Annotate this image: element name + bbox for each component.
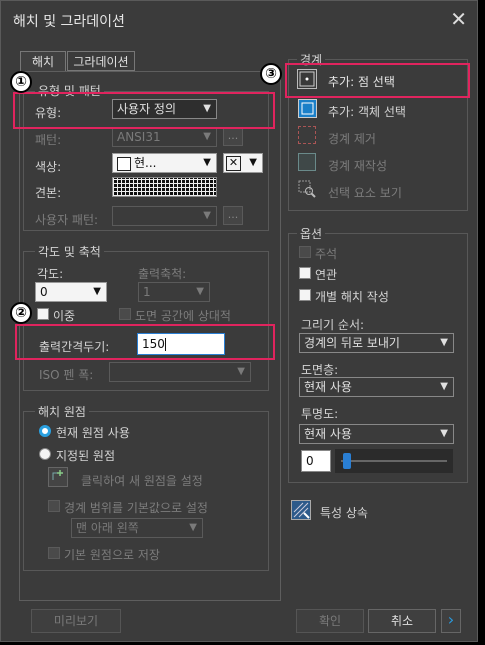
current-origin-radio[interactable] xyxy=(39,425,51,437)
specified-origin-label: 지정된 원점 xyxy=(56,449,116,463)
angle-value: 0 xyxy=(40,285,48,299)
separate-hatches-label: 개별 해치 작성 xyxy=(315,290,389,304)
annotative-label: 주석 xyxy=(315,247,338,261)
dialog-title: 해치 및 그라데이션 xyxy=(13,14,125,30)
custom-pattern-browse-button[interactable]: ... xyxy=(223,206,243,225)
annotation-badge-3: ③ xyxy=(260,63,282,85)
default-extents-label: 경계 범위를 기본값으로 설정 xyxy=(64,501,208,515)
draw-order-label: 그리기 순서: xyxy=(301,318,365,332)
highlight-spacing xyxy=(15,324,275,360)
origin-title: 해치 원점 xyxy=(35,403,89,420)
tab-hatch[interactable]: 해치 xyxy=(20,51,66,71)
background-color-select[interactable]: ✕ ▼ xyxy=(223,153,263,173)
chevron-down-icon: ▼ xyxy=(189,522,197,533)
options-title: 옵션 xyxy=(297,225,326,242)
relative-paper-checkbox[interactable] xyxy=(119,308,131,320)
separate-hatches-checkbox[interactable] xyxy=(299,289,311,301)
highlight-pick-points xyxy=(285,63,470,98)
scale-value: 1 xyxy=(143,285,151,299)
chevron-down-icon: ▼ xyxy=(237,366,245,377)
set-origin-icon[interactable] xyxy=(48,467,68,487)
add-select-objects-label[interactable]: 추가: 객체 선택 xyxy=(328,103,406,120)
draw-order-select[interactable]: 경계의 뒤로 보내기 ▼ xyxy=(299,333,454,353)
color-swatch-icon xyxy=(117,156,131,171)
swatch-label: 견본: xyxy=(35,186,62,200)
color-select[interactable]: 현... ▼ xyxy=(112,153,217,173)
click-set-origin-label: 클릭하여 새 원점을 설정 xyxy=(81,474,203,488)
double-checkbox[interactable] xyxy=(37,308,49,320)
origin-position-select[interactable]: 맨 아래 왼쪽 ▼ xyxy=(71,518,203,538)
recreate-boundary-label[interactable]: 경계 재작성 xyxy=(328,157,387,174)
pattern-browse-button[interactable]: ... xyxy=(223,127,243,146)
transparency-input[interactable]: 0 xyxy=(301,450,331,472)
title-bar: 해치 및 그라데이션 ✕ xyxy=(1,1,477,39)
chevron-down-icon: ▼ xyxy=(93,286,101,297)
custom-pattern-label: 사용자 패턴: xyxy=(35,213,99,227)
angle-label: 각도: xyxy=(37,267,64,281)
chevron-down-icon: ▼ xyxy=(440,337,448,348)
select-objects-icon[interactable] xyxy=(298,99,317,118)
chevron-down-icon: ▼ xyxy=(440,381,448,392)
annotation-badge-1: ① xyxy=(10,71,32,93)
view-selections-label[interactable]: 선택 요소 보기 xyxy=(328,184,402,201)
transparency-mode-value: 현재 사용 xyxy=(304,427,352,441)
chevron-down-icon: ▼ xyxy=(440,428,448,439)
transparency-value: 0 xyxy=(306,454,314,468)
layer-label: 도면층: xyxy=(301,363,339,377)
layer-value: 현재 사용 xyxy=(304,380,352,394)
inherit-properties-icon[interactable] xyxy=(291,500,311,520)
slider-thumb[interactable] xyxy=(343,453,351,469)
close-icon[interactable]: ✕ xyxy=(450,7,467,31)
ok-button[interactable]: 확인 xyxy=(296,609,364,633)
specified-origin-radio[interactable] xyxy=(39,448,51,460)
pattern-select-value: ANSI31 xyxy=(117,130,161,144)
iso-pen-width-select[interactable]: ▼ xyxy=(109,362,251,382)
transparency-select[interactable]: 현재 사용 ▼ xyxy=(299,424,454,444)
view-selections-icon[interactable] xyxy=(298,180,316,198)
angle-scale-title: 각도 및 축척 xyxy=(35,243,104,260)
swatch-preview[interactable] xyxy=(112,177,217,197)
cancel-button[interactable]: 취소 xyxy=(368,609,436,633)
pattern-select[interactable]: ANSI31 ▼ xyxy=(112,127,217,147)
preview-button[interactable]: 미리보기 xyxy=(31,609,121,633)
current-origin-label: 현재 원점 사용 xyxy=(56,426,130,440)
iso-pen-width-label: ISO 펜 폭: xyxy=(39,368,94,382)
default-extents-checkbox[interactable] xyxy=(48,500,60,512)
no-color-icon: ✕ xyxy=(226,156,241,171)
double-label: 이중 xyxy=(53,309,76,323)
relative-paper-label: 도면 공간에 상대적 xyxy=(135,309,231,323)
chevron-down-icon: ▼ xyxy=(203,157,211,168)
chevron-down-icon: ▼ xyxy=(203,210,211,221)
transparency-label: 투명도: xyxy=(301,407,339,421)
draw-order-value: 경계의 뒤로 보내기 xyxy=(304,336,400,350)
chevron-down-icon: ▼ xyxy=(196,286,204,297)
hatch-dialog: 해치 및 그라데이션 ✕ 해치 그라데이션 유형 및 패턴 유형: 사용자 정의… xyxy=(0,0,478,642)
origin-position-value: 맨 아래 왼쪽 xyxy=(76,521,139,535)
highlight-type xyxy=(13,92,275,129)
color-label: 색상: xyxy=(35,160,62,174)
inherit-properties-label[interactable]: 특성 상속 xyxy=(320,504,368,521)
recreate-boundary-icon[interactable] xyxy=(298,153,316,171)
expand-button[interactable]: › xyxy=(441,609,461,633)
scale-label: 출력축척: xyxy=(138,267,187,281)
associative-checkbox[interactable] xyxy=(299,267,311,279)
transparency-slider[interactable] xyxy=(335,449,453,473)
remove-boundaries-label[interactable]: 경계 제거 xyxy=(328,130,376,147)
custom-pattern-select[interactable]: ▼ xyxy=(112,206,217,226)
tab-gradient[interactable]: 그라데이션 xyxy=(67,51,135,71)
slider-track xyxy=(341,460,447,462)
color-select-value: 현... xyxy=(134,156,157,170)
store-default-label: 기본 원점으로 저장 xyxy=(64,548,160,562)
angle-select[interactable]: 0 ▼ xyxy=(35,282,107,302)
pattern-label: 패턴: xyxy=(35,133,62,147)
layer-select[interactable]: 현재 사용 ▼ xyxy=(299,377,454,397)
scale-select[interactable]: 1 ▼ xyxy=(138,282,210,302)
associative-label: 연관 xyxy=(315,268,338,282)
remove-boundaries-icon[interactable] xyxy=(298,126,316,144)
store-default-checkbox[interactable] xyxy=(48,547,60,559)
chevron-down-icon: ▼ xyxy=(249,157,257,168)
annotative-checkbox[interactable] xyxy=(299,246,311,258)
annotation-badge-2: ② xyxy=(10,302,32,324)
chevron-down-icon: ▼ xyxy=(203,131,211,142)
